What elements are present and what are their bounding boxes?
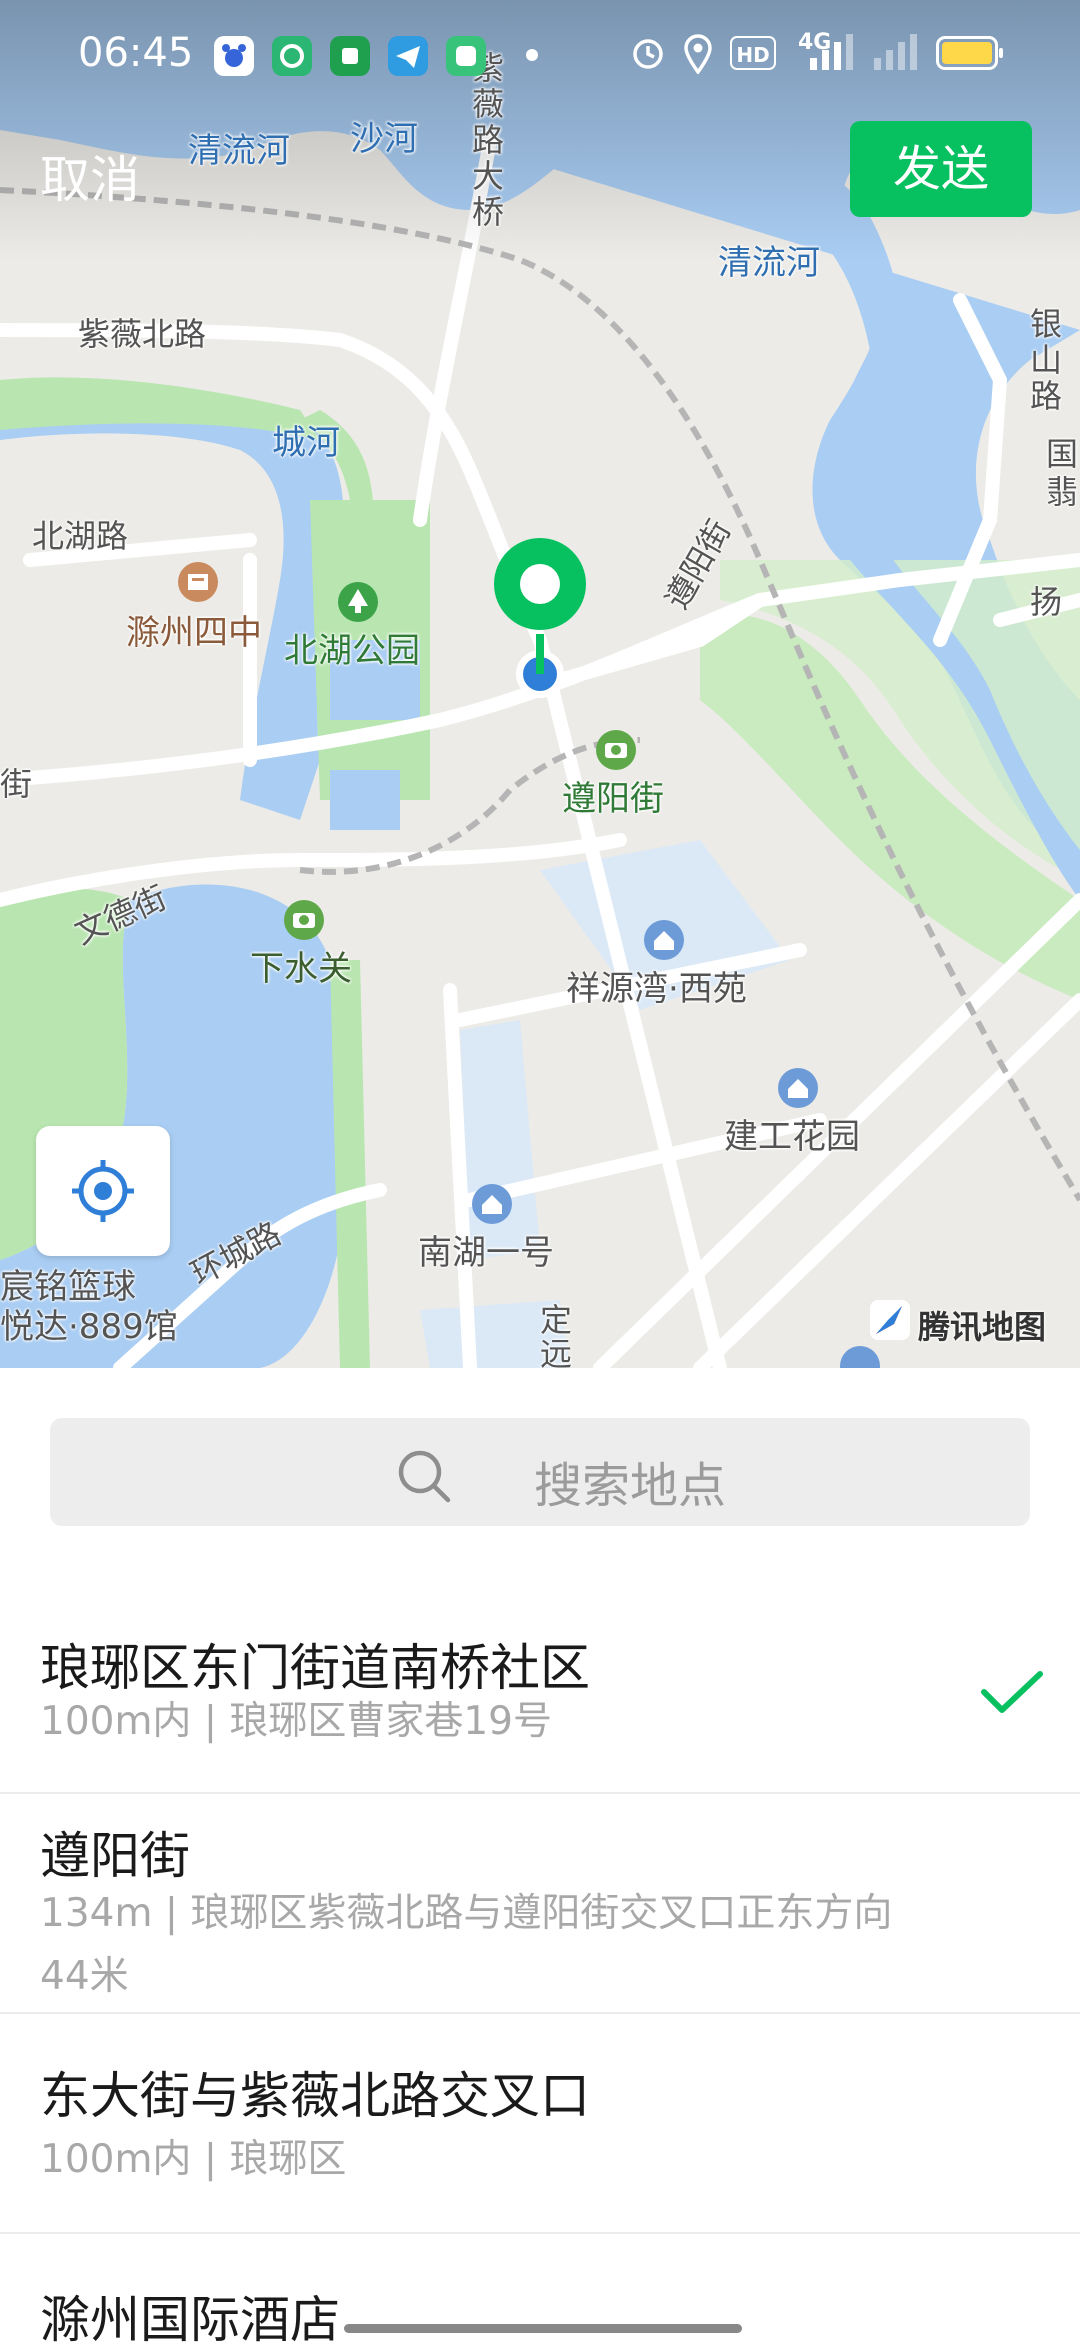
map-label: 清流河	[718, 243, 820, 283]
map-label: 祥源湾·西苑	[566, 969, 747, 1009]
map-label: 翡	[1046, 473, 1079, 511]
map-label: 银山路	[1030, 305, 1063, 415]
residential-poi-icon	[644, 920, 684, 960]
scenic-poi-icon	[284, 900, 324, 940]
telegram-app-icon	[388, 36, 428, 76]
map-label: 定	[540, 1301, 573, 1339]
map-label: 下水关	[250, 949, 352, 989]
app-notification-icon	[272, 36, 312, 76]
map-label: 滁州四中	[126, 613, 262, 653]
map-provider-logo: 腾讯地图	[868, 1298, 1046, 1346]
map-label: 紫薇北路	[78, 315, 207, 353]
map-label: 南湖一号	[418, 1233, 554, 1273]
map-label: 北湖公园	[284, 631, 420, 671]
map-label: 远	[540, 1335, 573, 1368]
app-notification-icon	[330, 36, 370, 76]
residential-poi-icon	[472, 1184, 512, 1224]
list-item[interactable]: 遵阳街 134m | 琅琊区紫薇北路与遵阳街交叉口正东方向44米	[0, 1794, 1080, 2014]
residential-poi-icon	[778, 1068, 818, 1108]
list-item[interactable]: 东大街与紫薇北路交叉口 100m内 | 琅琊区	[0, 2014, 1080, 2234]
place-address: 100m内 | 琅琊区	[40, 2137, 347, 2182]
search-input[interactable]: 搜索地点	[50, 1418, 1030, 1526]
place-title: 遵阳街	[40, 1827, 190, 1885]
residential-poi-icon	[840, 1346, 880, 1368]
map-label: 建工花园	[724, 1117, 860, 1157]
selected-check-icon	[981, 1671, 1043, 1713]
place-address: 100m内 | 琅琊区曹家巷19号	[40, 1699, 552, 1744]
search-placeholder: 搜索地点	[534, 1458, 727, 1514]
location-service-icon	[684, 34, 712, 74]
alarm-icon	[633, 39, 663, 69]
hd-voice-badge: HD	[730, 36, 776, 70]
status-bar: 06:45 HD 4G	[0, 0, 1080, 110]
tencent-map-logo-icon	[870, 1300, 910, 1340]
battery-icon	[936, 36, 1003, 70]
place-address: 134m | 琅琊区紫薇北路与遵阳街交叉口正东方向44米	[40, 1891, 893, 1999]
location-picker-sheet: 搜索地点 琅琊区东门街道南桥社区 100m内 | 琅琊区曹家巷19号 遵阳街 1…	[0, 1368, 1080, 2349]
map-label: 北湖路	[32, 517, 129, 555]
map-label: 清流河	[188, 131, 290, 171]
baidu-app-icon	[214, 36, 254, 76]
map-label: 遵阳街	[562, 779, 664, 819]
map-view[interactable]: 清流河 沙河 紫薇路大桥 清流河 紫薇北路 银山路 国 翡 城河 北湖路 滁州四…	[0, 0, 1080, 1368]
send-button[interactable]: 发送	[850, 121, 1032, 217]
my-location-button[interactable]	[36, 1126, 170, 1256]
map-label: 城河	[272, 423, 340, 463]
map-label: 宸铭篮球	[0, 1267, 136, 1307]
locate-icon	[72, 1160, 134, 1222]
home-indicator[interactable]	[344, 2324, 742, 2333]
map-label: 沙河	[350, 119, 418, 159]
park-poi-icon	[338, 582, 378, 622]
app-notification-icon	[446, 36, 486, 76]
map-label: 国	[1046, 435, 1079, 473]
map-provider-name: 腾讯地图	[918, 1308, 1047, 1346]
search-icon	[398, 1450, 451, 1503]
place-title: 东大街与紫薇北路交叉口	[40, 2067, 590, 2125]
signal-strength-icon	[810, 34, 853, 70]
status-time: 06:45	[78, 30, 194, 76]
scenic-poi-icon	[596, 730, 636, 770]
more-notifications-dot	[526, 49, 538, 61]
signal-strength-2-icon	[874, 34, 917, 70]
map-label: 扬	[1030, 583, 1063, 621]
map-label: 街	[0, 765, 33, 803]
map-label: 悦达·889馆	[0, 1307, 178, 1347]
selected-location-pin[interactable]	[490, 534, 590, 704]
list-item[interactable]: 琅琊区东门街道南桥社区 100m内 | 琅琊区曹家巷19号	[0, 1588, 1080, 1794]
place-title: 滁州国际酒店	[40, 2291, 340, 2349]
school-poi-icon	[178, 562, 218, 602]
cancel-button[interactable]: 取消	[40, 140, 140, 212]
